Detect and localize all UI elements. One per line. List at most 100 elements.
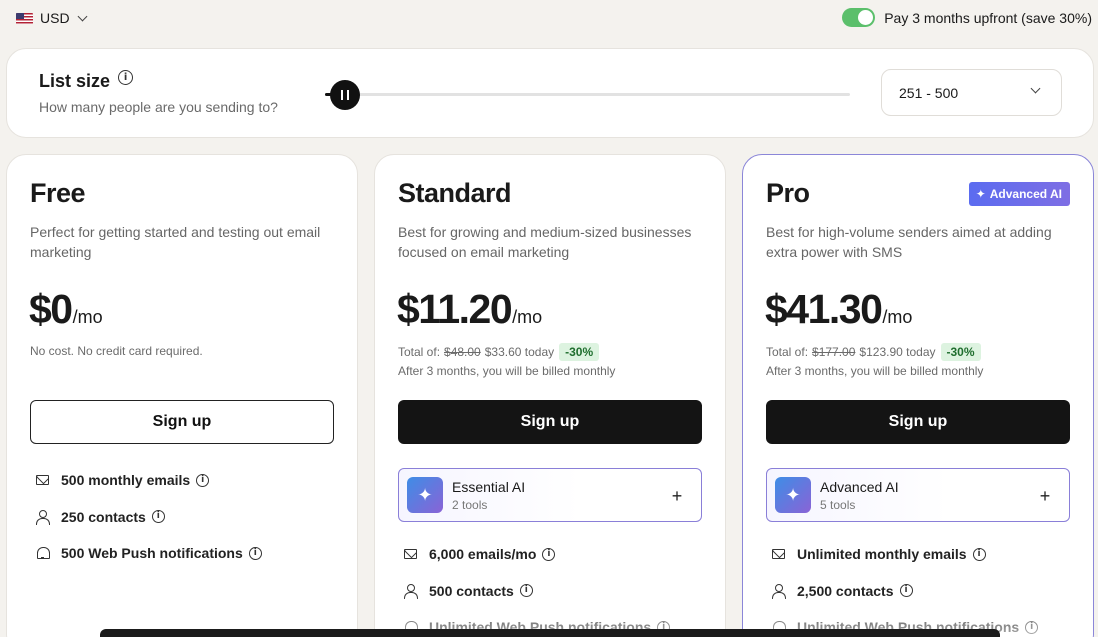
feature-item: 500 contacts i (401, 573, 670, 610)
feature-text: 500 contacts (429, 582, 514, 599)
total-label: Total of: (398, 345, 441, 359)
feature-item: 500 monthly emails i (33, 462, 262, 499)
billing-note: After 3 months, you will be billed month… (766, 364, 984, 378)
ai-addon-advanced[interactable]: ✦ Advanced AI 5 tools + (766, 468, 1070, 522)
sparkle-icon: ✦ (407, 477, 443, 513)
list-size-panel: List size i How many people are you send… (6, 48, 1094, 138)
sign-up-button[interactable]: Sign up (766, 400, 1070, 444)
total-old-price: $177.00 (812, 345, 856, 359)
plan-price: $41.30 /mo (765, 286, 912, 333)
price-note: No cost. No credit card required. (30, 344, 203, 358)
feature-text: 500 Web Push notifications (61, 545, 243, 562)
plan-name: Free (30, 178, 86, 208)
list-size-slider-track[interactable] (325, 93, 850, 96)
info-icon[interactable]: i (151, 510, 165, 524)
total-old-price: $48.00 (444, 345, 481, 359)
addon-tools-count: 5 tools (820, 497, 856, 512)
plan-description: Perfect for getting started and testing … (30, 224, 321, 260)
total-label: Total of: (766, 345, 809, 359)
badge-label: Advanced AI (989, 187, 1062, 201)
slider-handle[interactable] (330, 80, 360, 110)
mail-icon (33, 475, 51, 486)
info-icon[interactable]: i (899, 584, 913, 598)
user-icon (33, 510, 51, 526)
currency-selector[interactable]: USD (16, 10, 88, 26)
info-icon[interactable]: i (1025, 620, 1039, 634)
currency-label: USD (40, 10, 70, 26)
feature-text: 6,000 emails/mo (429, 546, 537, 563)
list-size-title: List size (39, 71, 111, 91)
total-new-price: $123.90 today (859, 345, 936, 359)
plan-name: Pro (766, 178, 810, 208)
feature-text: Unlimited monthly emails (797, 546, 967, 563)
price-period: /mo (72, 307, 103, 327)
list-size-select[interactable]: 251 - 500 (881, 69, 1062, 116)
chevron-down-icon (77, 11, 88, 21)
addon-text: Advanced AI 5 tools (820, 479, 899, 512)
info-icon[interactable]: i (196, 473, 210, 487)
feature-text: 250 contacts (61, 508, 146, 525)
sparkle-icon: ✦ (975, 187, 986, 201)
plan-description: Best for high-volume senders aimed at ad… (766, 224, 1052, 260)
total-new-price: $33.60 today (484, 345, 555, 359)
ai-addon-essential[interactable]: ✦ Essential AI 2 tools + (398, 468, 702, 522)
chevron-down-icon (1030, 83, 1041, 94)
sign-up-button[interactable]: Sign up (398, 400, 702, 444)
user-icon (769, 584, 787, 600)
feature-list: Unlimited monthly emails i 2,500 contact… (769, 536, 1039, 637)
mail-icon (769, 549, 787, 560)
discount-badge: -30% (940, 343, 981, 361)
upfront-toggle[interactable] (842, 8, 876, 27)
plus-icon[interactable]: + (1033, 484, 1057, 508)
info-icon[interactable]: i (972, 547, 986, 561)
info-icon[interactable]: i (519, 584, 533, 598)
us-flag-icon (16, 12, 33, 24)
price-total: Total of: $177.00 $123.90 today -30% (766, 343, 981, 361)
feature-item: 500 Web Push notifications i (33, 535, 262, 572)
billing-note: After 3 months, you will be billed month… (398, 364, 616, 378)
plan-card-pro: Pro ✦ Advanced AI Best for high-volume s… (742, 154, 1094, 637)
addon-text: Essential AI 2 tools (452, 479, 525, 512)
price-period: /mo (512, 307, 543, 327)
feature-item: Unlimited monthly emails i (769, 536, 1038, 573)
bottom-overlay-bar (100, 629, 1000, 637)
list-size-title-row: List size i (39, 70, 134, 92)
list-size-subtitle: How many people are you sending to? (39, 99, 278, 115)
advanced-ai-badge: ✦ Advanced AI (968, 182, 1070, 206)
feature-item: 250 contacts i (33, 499, 262, 536)
price-amount: $0 (29, 286, 73, 332)
plus-icon[interactable]: + (665, 484, 689, 508)
mail-icon (401, 549, 419, 560)
plan-price: $0 /mo (29, 286, 103, 333)
info-icon[interactable]: i (248, 546, 262, 560)
addon-tools-count: 2 tools (452, 497, 488, 512)
feature-item: 2,500 contacts i (769, 573, 1038, 610)
price-total: Total of: $48.00 $33.60 today -30% (398, 343, 600, 361)
plan-card-standard: Standard Best for growing and medium-siz… (374, 154, 726, 637)
list-size-select-value: 251 - 500 (899, 84, 959, 101)
user-icon (401, 584, 419, 600)
plan-name: Standard (398, 178, 512, 208)
plan-card-free: Free Perfect for getting started and tes… (6, 154, 358, 637)
upfront-label: Pay 3 months upfront (save 30%) (884, 9, 1092, 26)
sign-up-button[interactable]: Sign up (30, 400, 334, 444)
info-icon[interactable]: i (542, 547, 556, 561)
price-amount: $41.30 (765, 286, 883, 332)
addon-name: Essential AI (452, 478, 526, 495)
feature-text: 500 monthly emails (61, 472, 191, 489)
price-period: /mo (882, 307, 913, 327)
info-icon[interactable]: i (118, 70, 134, 85)
upfront-toggle-group: Pay 3 months upfront (save 30%) (842, 8, 1092, 27)
feature-list: 500 monthly emails i 250 contacts i 500 … (33, 462, 262, 572)
sparkle-icon: ✦ (775, 477, 811, 513)
bell-icon (33, 547, 51, 560)
feature-item: 6,000 emails/mo i (401, 536, 670, 573)
feature-text: 2,500 contacts (797, 582, 894, 599)
addon-name: Advanced AI (820, 478, 899, 495)
top-bar: USD Pay 3 months upfront (save 30%) (0, 0, 1098, 40)
plan-description: Best for growing and medium-sized busine… (398, 224, 692, 260)
plan-price: $11.20 /mo (397, 286, 542, 333)
price-amount: $11.20 (397, 286, 513, 332)
feature-list: 6,000 emails/mo i 500 contacts i Unlimit… (401, 536, 671, 637)
discount-badge: -30% (559, 343, 600, 361)
